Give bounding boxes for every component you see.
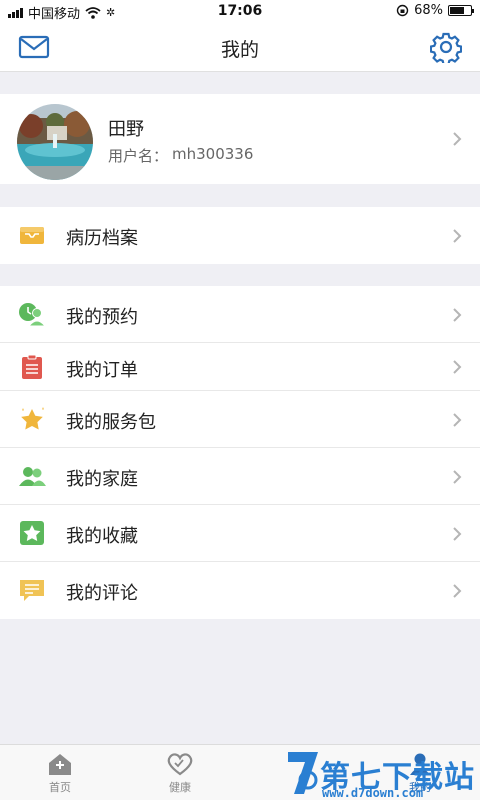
tab-health[interactable]: 健康	[140, 751, 220, 795]
menu-item-favorites[interactable]: 我的收藏	[0, 505, 480, 562]
watermark: 第七下载站 www.d7down.com	[282, 746, 480, 800]
tab-label: 健康	[169, 781, 191, 794]
menu-item-records[interactable]: 病历档案	[0, 207, 480, 264]
favorite-star-icon	[20, 521, 44, 545]
watermark-url: www.d7down.com	[322, 786, 424, 800]
records-tray-icon	[20, 227, 44, 244]
profile-username: 用户名： mh300336	[108, 145, 253, 166]
status-bar: 中国移动 ✲ 17:06 68%	[0, 0, 480, 22]
battery-icon	[448, 5, 474, 16]
records-card: 病历档案	[0, 207, 480, 264]
chevron-right-icon	[453, 132, 462, 146]
status-right: 68%	[396, 3, 474, 18]
avatar[interactable]	[17, 104, 93, 180]
menu-card: 我的预约 我的订单 我的服务包 我的家庭 我的收藏 我的评论	[0, 286, 480, 619]
orientation-lock-icon	[396, 4, 409, 17]
menu-item-comments[interactable]: 我的评论	[0, 562, 480, 619]
menu-item-label: 我的预约	[66, 307, 138, 328]
tab-home[interactable]: 首页	[20, 751, 100, 795]
home-icon	[49, 754, 71, 775]
menu-item-label: 我的服务包	[66, 412, 156, 433]
comment-icon	[20, 580, 44, 601]
order-clipboard-icon	[22, 354, 42, 379]
service-star-icon	[21, 407, 44, 430]
username-value: mh300336	[172, 145, 254, 163]
menu-item-label: 我的家庭	[66, 469, 138, 490]
menu-item-label: 我的评论	[66, 583, 138, 604]
chevron-right-icon	[453, 527, 462, 541]
menu-item-service-packages[interactable]: 我的服务包	[0, 391, 480, 448]
chevron-right-icon	[453, 360, 462, 374]
menu-item-orders[interactable]: 我的订单	[0, 343, 480, 391]
tab-label: 首页	[49, 781, 71, 794]
settings-gear-icon[interactable]	[430, 31, 462, 63]
menu-item-appointments[interactable]: 我的预约	[0, 286, 480, 343]
menu-item-label: 病历档案	[66, 228, 138, 249]
menu-item-label: 我的订单	[66, 360, 138, 381]
profile-name: 田野	[108, 119, 144, 140]
page-title: 我的	[220, 39, 259, 61]
chevron-right-icon	[453, 308, 462, 322]
watermark-logo	[288, 752, 318, 794]
battery-percent: 68%	[414, 3, 443, 18]
chevron-right-icon	[453, 413, 462, 427]
family-icon	[19, 467, 46, 486]
username-label: 用户名：	[108, 147, 169, 165]
menu-item-family[interactable]: 我的家庭	[0, 448, 480, 505]
profile-card[interactable]: 田野 用户名： mh300336	[0, 94, 480, 184]
appointment-icon	[19, 303, 46, 327]
nav-bar: 我的	[0, 22, 480, 72]
avatar-photo	[17, 104, 93, 180]
chevron-right-icon	[453, 584, 462, 598]
chevron-right-icon	[453, 470, 462, 484]
chevron-right-icon	[453, 229, 462, 243]
menu-item-label: 我的收藏	[66, 526, 138, 547]
heart-icon	[167, 753, 193, 776]
